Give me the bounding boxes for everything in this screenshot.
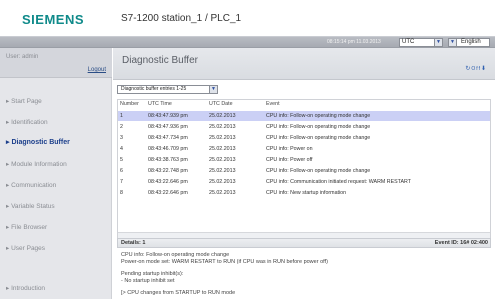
- cell: CPU info: New startup information: [266, 190, 347, 196]
- cell: 08:43:22.646 pm: [148, 190, 188, 196]
- cell: CPU info: Follow-on operating mode chang…: [266, 135, 371, 141]
- cell: 1: [120, 113, 123, 119]
- siemens-logo: SIEMENS: [22, 12, 85, 27]
- table-row[interactable]: 5 08:43:38.763 pm 25.02.2013 CPU info: P…: [118, 155, 490, 165]
- cell: 25.02.2013: [209, 135, 236, 141]
- cell: 25.02.2013: [209, 168, 236, 174]
- sidebar-item-communication[interactable]: ▸ Communication: [6, 181, 56, 189]
- cell: 4: [120, 146, 123, 152]
- sidebar-item-label: Identification: [11, 119, 48, 126]
- chevron-down-icon: ▼: [434, 39, 442, 46]
- column-header: Number: [120, 101, 139, 107]
- cell: 08:43:47.939 pm: [148, 113, 188, 119]
- column-header: UTC Time: [148, 101, 172, 107]
- cell: CPU info: Follow-on operating mode chang…: [266, 113, 371, 119]
- sidebar-item-label: Variable Status: [11, 203, 55, 210]
- sidebar-item-variable-status[interactable]: ▸ Variable Status: [6, 202, 55, 210]
- sidebar-item-label: Communication: [11, 182, 57, 189]
- details-bar: Details: 1 Event ID: 16# 02:400: [117, 238, 491, 248]
- column-header: Event: [266, 101, 280, 107]
- cell: 6: [120, 168, 123, 174]
- sidebar-item-file-browser[interactable]: ▸ File Browser: [6, 223, 47, 231]
- entries-filter-select[interactable]: Diagnostic buffer entries 1-25 ▼: [117, 85, 218, 94]
- sidebar-item-module-information[interactable]: ▸ Module Information: [6, 160, 67, 168]
- details-line: Pending startup inhibit(s):: [121, 271, 184, 277]
- sidebar-item-start-page[interactable]: ▸ Start Page: [6, 97, 42, 105]
- sidebar-item-user-pages[interactable]: ▸ User Pages: [6, 244, 45, 252]
- table-header: Number UTC Time UTC Date Event: [118, 100, 490, 109]
- details-line: CPU info: Follow-on operating mode chang…: [121, 252, 230, 258]
- table-row[interactable]: 1 08:43:47.939 pm 25.02.2013 CPU info: F…: [118, 111, 490, 121]
- chevron-down-icon: ▼: [449, 39, 457, 46]
- table-row[interactable]: 8 08:43:22.646 pm 25.02.2013 CPU info: N…: [118, 188, 490, 198]
- table-row[interactable]: 7 08:43:22.646 pm 25.02.2013 CPU info: C…: [118, 177, 490, 187]
- sidebar-item-label: Start Page: [11, 98, 42, 105]
- details-line: [> CPU changes from STARTUP to RUN mode: [121, 290, 236, 296]
- content-header: Diagnostic Buffer ↻Off⬇: [113, 48, 495, 80]
- cell: 08:43:47.936 pm: [148, 124, 188, 130]
- timezone-value: UTC: [402, 39, 415, 45]
- cell: 08:43:38.763 pm: [148, 157, 188, 163]
- top-bar: 08:15:14 pm 11.03.2013 UTC ▼ ▼ English: [0, 36, 495, 48]
- cell: 3: [120, 135, 123, 141]
- table-row[interactable]: 6 08:43:22.748 pm 25.02.2013 CPU info: F…: [118, 166, 490, 176]
- cell: CPU info: Communication initiated reques…: [266, 179, 412, 185]
- save-icon[interactable]: ⬇: [481, 66, 487, 72]
- logout-link[interactable]: Logout: [88, 67, 106, 73]
- cell: 25.02.2013: [209, 124, 236, 130]
- clock-display: 08:15:14 pm 11.03.2013: [327, 39, 381, 45]
- toolbar-icons: ↻Off⬇: [465, 65, 487, 72]
- cell: 25.02.2013: [209, 179, 236, 185]
- user-label: User: admin: [6, 54, 39, 60]
- cell: CPU info: Power off: [266, 157, 313, 163]
- cell: 8: [120, 190, 123, 196]
- cell: 25.02.2013: [209, 157, 236, 163]
- main-content: Diagnostic Buffer ↻Off⬇ Diagnostic buffe…: [113, 48, 495, 299]
- table-row[interactable]: 2 08:43:47.936 pm 25.02.2013 CPU info: F…: [118, 122, 490, 132]
- language-value: English: [461, 39, 481, 45]
- cell: 5: [120, 157, 123, 163]
- sidebar-item-diagnostic-buffer[interactable]: ▸ Diagnostic Buffer: [6, 138, 70, 146]
- table-row[interactable]: 4 08:43:46.709 pm 25.02.2013 CPU info: P…: [118, 144, 490, 154]
- cell: 25.02.2013: [209, 190, 236, 196]
- cell: 08:43:47.734 pm: [148, 135, 188, 141]
- sidebar-item-introduction[interactable]: ▸ Introduction: [6, 284, 45, 292]
- cell: CPU info: Power on: [266, 146, 313, 152]
- cell: CPU info: Follow-on operating mode chang…: [266, 168, 371, 174]
- cell: 2: [120, 124, 123, 130]
- off-icon[interactable]: Off: [471, 66, 481, 72]
- filter-value: Diagnostic buffer entries 1-25: [121, 86, 187, 92]
- diagnostic-table: Number UTC Time UTC Date Event 1 08:43:4…: [117, 99, 491, 239]
- details-line: Power-on mode set: WARM RESTART to RUN (…: [121, 259, 328, 265]
- chevron-down-icon: ▼: [209, 86, 217, 93]
- sidebar-item-label: Diagnostic Buffer: [11, 139, 70, 146]
- sidebar-item-label: User Pages: [11, 245, 46, 252]
- timezone-select[interactable]: UTC ▼: [399, 38, 443, 47]
- cell: 7: [120, 179, 123, 185]
- cell: 08:43:22.646 pm: [148, 179, 188, 185]
- user-box: User: admin Logout: [0, 48, 112, 78]
- header: SIEMENS S7-1200 station_1 / PLC_1: [0, 0, 495, 36]
- page-title: Diagnostic Buffer: [122, 55, 198, 66]
- sidebar: User: admin Logout ▸ Start Page ▸ Identi…: [0, 48, 112, 299]
- sidebar-item-label: Module Information: [11, 161, 67, 168]
- sidebar-item-identification[interactable]: ▸ Identification: [6, 118, 48, 126]
- sidebar-item-label: File Browser: [11, 224, 48, 231]
- language-select[interactable]: ▼ English: [448, 38, 490, 47]
- station-title: S7-1200 station_1 / PLC_1: [121, 13, 242, 24]
- cell: 08:43:22.748 pm: [148, 168, 188, 174]
- sidebar-item-label: Introduction: [11, 285, 46, 292]
- details-label: Details: 1: [121, 240, 146, 246]
- cell: CPU info: Follow-on operating mode chang…: [266, 124, 371, 130]
- cell: 25.02.2013: [209, 113, 236, 119]
- table-row[interactable]: 3 08:43:47.734 pm 25.02.2013 CPU info: F…: [118, 133, 490, 143]
- cell: 25.02.2013: [209, 146, 236, 152]
- column-header: UTC Date: [209, 101, 233, 107]
- cell: 08:43:46.709 pm: [148, 146, 188, 152]
- event-id: Event ID: 16# 02:400: [434, 240, 488, 246]
- details-line: - No startup inhibit set: [121, 278, 175, 284]
